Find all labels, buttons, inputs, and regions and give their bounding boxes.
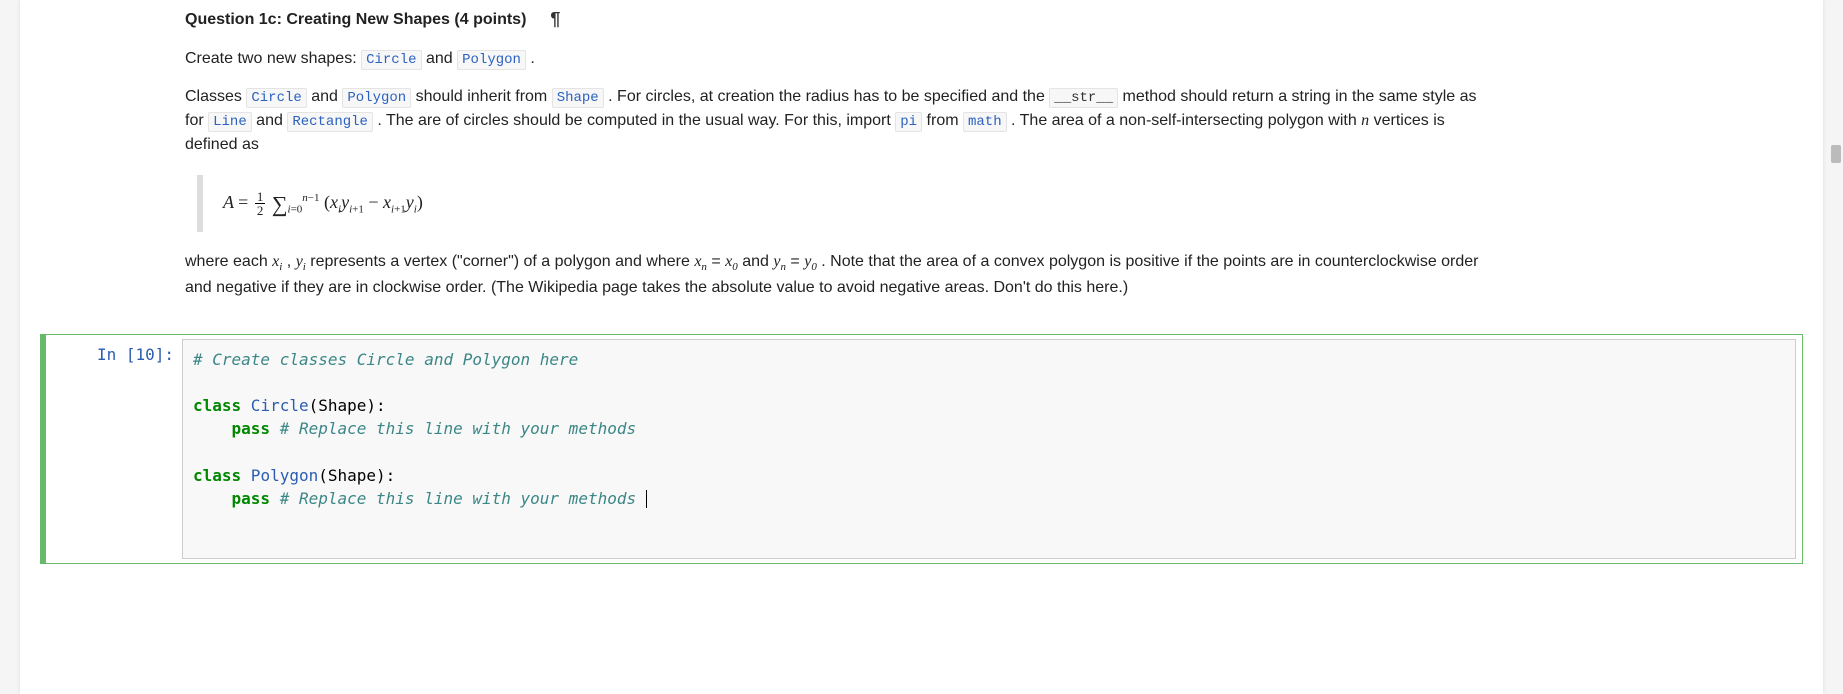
code-math: math — [963, 112, 1007, 132]
code-keyword: class — [193, 396, 241, 415]
text: Create two new shapes: — [185, 50, 361, 67]
text: . For circles, at creation the radius ha… — [604, 88, 1050, 105]
code-comment: # Create classes Circle and Polygon here — [193, 350, 578, 369]
code-str: __str__ — [1049, 88, 1118, 108]
code-text: (Shape): — [309, 396, 386, 415]
code-polygon: Polygon — [457, 50, 526, 70]
text: represents a vertex ("corner") of a poly… — [306, 253, 694, 270]
indent — [193, 419, 232, 438]
scrollbar-thumb[interactable] — [1831, 145, 1841, 163]
text: should inherit from — [411, 88, 552, 105]
math-x0: x0 — [725, 253, 738, 270]
formula: A = 12 ∑i=0n−1 (xiyi+1 − xi+1yi) — [223, 192, 423, 212]
code-cell[interactable]: In [10]: # Create classes Circle and Pol… — [40, 334, 1803, 564]
code-polygon: Polygon — [342, 88, 411, 108]
code-comment: # Replace this line with your methods — [270, 419, 636, 438]
paragraph-1: Create two new shapes: Circle and Polygo… — [185, 47, 1480, 71]
formula-block: A = 12 ∑i=0n−1 (xiyi+1 − xi+1yi) — [197, 175, 1480, 232]
text: . The are of circles should be computed … — [373, 112, 895, 129]
math-y0: y0 — [804, 253, 817, 270]
text: from — [922, 112, 963, 129]
text: and — [422, 50, 458, 67]
class-name: Circle — [241, 396, 308, 415]
code-text: (Shape): — [318, 466, 395, 485]
input-prompt: In [10]: — [46, 335, 182, 563]
text-cursor — [646, 490, 647, 508]
code-line: Line — [208, 112, 252, 132]
code-keyword: pass — [232, 419, 271, 438]
paragraph-3: where each xi , yi represents a vertex (… — [185, 250, 1480, 300]
code-circle: Circle — [361, 50, 421, 70]
math-n: n — [1361, 112, 1369, 129]
heading-text: Question 1c: Creating New Shapes (4 poin… — [185, 8, 526, 32]
paragraph-2: Classes Circle and Polygon should inheri… — [185, 85, 1480, 157]
text: and — [738, 253, 774, 270]
indent — [193, 489, 232, 508]
math-xn: xn — [694, 253, 707, 270]
code-pi: pi — [895, 112, 922, 132]
math-xi: xi — [272, 253, 282, 270]
code-shape: Shape — [552, 88, 604, 108]
text: and — [307, 88, 343, 105]
code-keyword: class — [193, 466, 241, 485]
notebook-container: Question 1c: Creating New Shapes (4 poin… — [20, 0, 1823, 694]
code-keyword: pass — [232, 489, 271, 508]
text: Classes — [185, 88, 246, 105]
pilcrow-icon[interactable]: ¶ — [550, 6, 560, 33]
code-input-area[interactable]: # Create classes Circle and Polygon here… — [182, 339, 1796, 559]
class-name: Polygon — [241, 466, 318, 485]
text: where each — [185, 253, 272, 270]
math-yi: yi — [296, 253, 306, 270]
code-rectangle: Rectangle — [287, 112, 373, 132]
math-yn: yn — [773, 253, 786, 270]
text: . — [526, 50, 535, 67]
question-heading: Question 1c: Creating New Shapes (4 poin… — [185, 6, 1480, 33]
code-circle: Circle — [246, 88, 306, 108]
code-comment: # Replace this line with your methods — [270, 489, 636, 508]
text: and — [252, 112, 288, 129]
markdown-cell: Question 1c: Creating New Shapes (4 poin… — [20, 0, 1500, 334]
text: . The area of a non-self-intersecting po… — [1007, 112, 1362, 129]
